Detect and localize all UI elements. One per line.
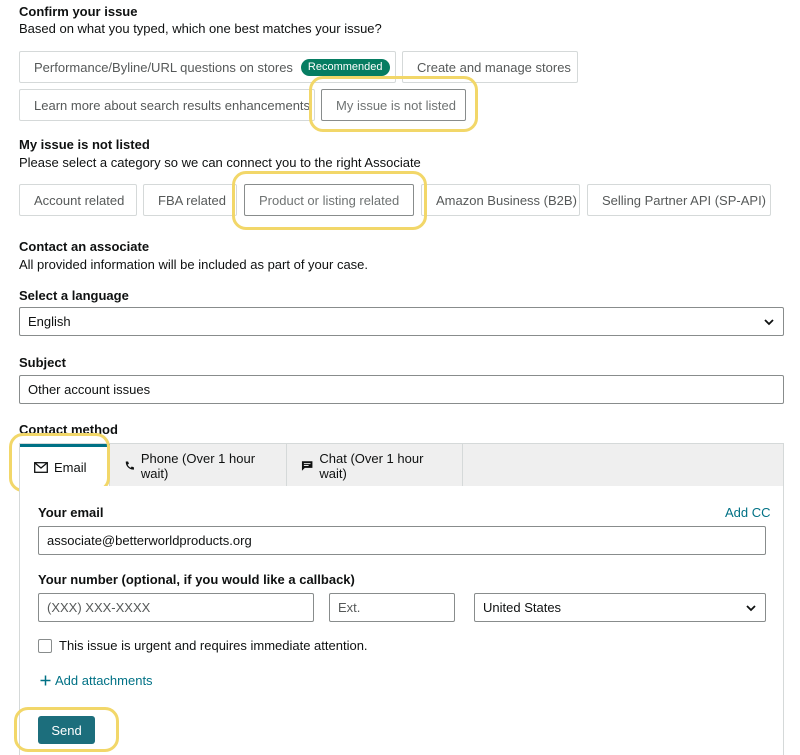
phone-number-input[interactable]: (XXX) XXX-XXXX [38, 593, 314, 622]
not-listed-subtitle: Please select a category so we can conne… [19, 155, 421, 170]
category-label: Account related [34, 192, 125, 208]
option-label: Learn more about search results enhancem… [34, 97, 311, 113]
urgent-label: This issue is urgent and requires immedi… [59, 638, 368, 653]
category-sp-api[interactable]: Selling Partner API (SP-API) [587, 184, 771, 216]
language-select[interactable]: English [19, 307, 784, 336]
confirm-title: Confirm your issue [19, 4, 138, 19]
chevron-down-icon [764, 319, 774, 326]
contact-method-tabs: Email Phone (Over 1 hour wait) Chat (Ove… [19, 443, 784, 488]
category-fba[interactable]: FBA related [143, 184, 237, 216]
subject-label: Subject [19, 355, 66, 370]
option-not-listed[interactable]: My issue is not listed [321, 89, 466, 121]
option-search-enhancements[interactable]: Learn more about search results enhancem… [19, 89, 315, 121]
contact-method-label: Contact method [19, 422, 118, 437]
language-label: Select a language [19, 288, 129, 303]
recommended-badge: Recommended [300, 58, 390, 76]
add-attachments-label: Add attachments [55, 673, 153, 688]
extension-placeholder: Ext. [338, 600, 361, 615]
extension-input[interactable]: Ext. [329, 593, 455, 622]
tab-email[interactable]: Email [20, 444, 110, 488]
your-email-label: Your email [38, 505, 104, 520]
country-value: United States [483, 600, 562, 615]
urgent-checkbox[interactable] [38, 639, 52, 653]
phone-placeholder: (XXX) XXX-XXXX [47, 600, 151, 615]
confirm-subtitle: Based on what you typed, which one best … [19, 21, 382, 36]
not-listed-title: My issue is not listed [19, 137, 150, 152]
email-value: associate@betterworldproducts.org [47, 533, 252, 548]
add-cc-link[interactable]: Add CC [725, 505, 771, 520]
your-number-label: Your number (optional, if you would like… [38, 572, 355, 587]
chevron-down-icon [746, 605, 756, 612]
option-label: Create and manage stores [417, 59, 571, 75]
phone-icon [125, 460, 134, 470]
option-label: My issue is not listed [336, 97, 456, 113]
contact-subtitle: All provided information will be include… [19, 257, 369, 272]
language-value: English [28, 314, 71, 329]
category-label: Product or listing related [259, 192, 400, 208]
subject-value: Other account issues [28, 382, 151, 397]
category-amazon-business[interactable]: Amazon Business (B2B) [421, 184, 580, 216]
category-label: Amazon Business (B2B) [436, 192, 577, 208]
send-button[interactable]: Send [38, 716, 95, 744]
category-account[interactable]: Account related [19, 184, 137, 216]
add-attachments-link[interactable]: Add attachments [40, 673, 153, 688]
subject-input[interactable]: Other account issues [19, 375, 784, 404]
option-performance[interactable]: Performance/Byline/URL questions on stor… [19, 51, 396, 83]
tab-label: Phone (Over 1 hour wait) [140, 450, 256, 481]
tab-label: Chat (Over 1 hour wait) [319, 450, 424, 481]
category-label: Selling Partner API (SP-API) [602, 192, 767, 208]
send-label: Send [51, 722, 82, 738]
plus-icon [40, 675, 51, 686]
envelope-icon [34, 462, 48, 473]
tab-label: Email [54, 460, 87, 475]
category-label: FBA related [158, 192, 226, 208]
country-select[interactable]: United States [474, 593, 766, 622]
tab-phone[interactable]: Phone (Over 1 hour wait) [110, 444, 287, 487]
contact-title: Contact an associate [19, 239, 150, 254]
option-label: Performance/Byline/URL questions on stor… [34, 59, 293, 75]
chat-icon [301, 460, 313, 471]
option-create-manage-stores[interactable]: Create and manage stores [402, 51, 578, 83]
category-product-listing[interactable]: Product or listing related [244, 184, 414, 216]
tab-chat[interactable]: Chat (Over 1 hour wait) [287, 444, 463, 487]
email-field[interactable]: associate@betterworldproducts.org [38, 526, 766, 555]
